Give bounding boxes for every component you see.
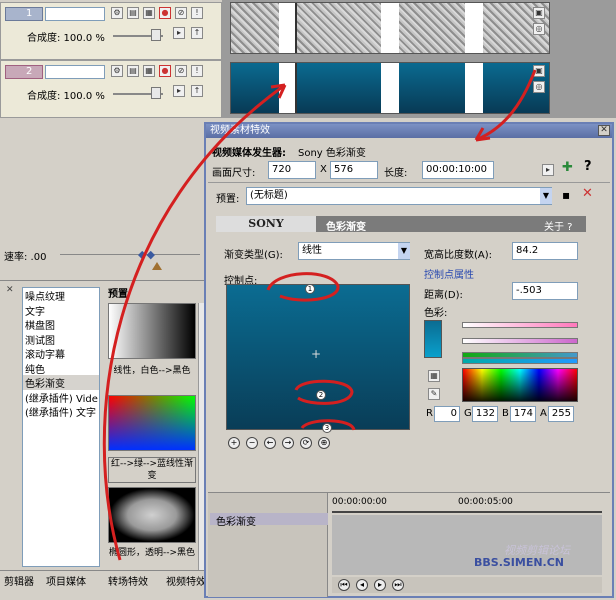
annotation-circle-3	[300, 419, 356, 431]
annotation-arrow-2	[475, 69, 537, 142]
annotation-circle-2	[294, 379, 354, 405]
annotation-circle-1	[266, 272, 340, 302]
annotation-arrow-1	[102, 83, 286, 561]
annotation-layer	[102, 69, 537, 561]
